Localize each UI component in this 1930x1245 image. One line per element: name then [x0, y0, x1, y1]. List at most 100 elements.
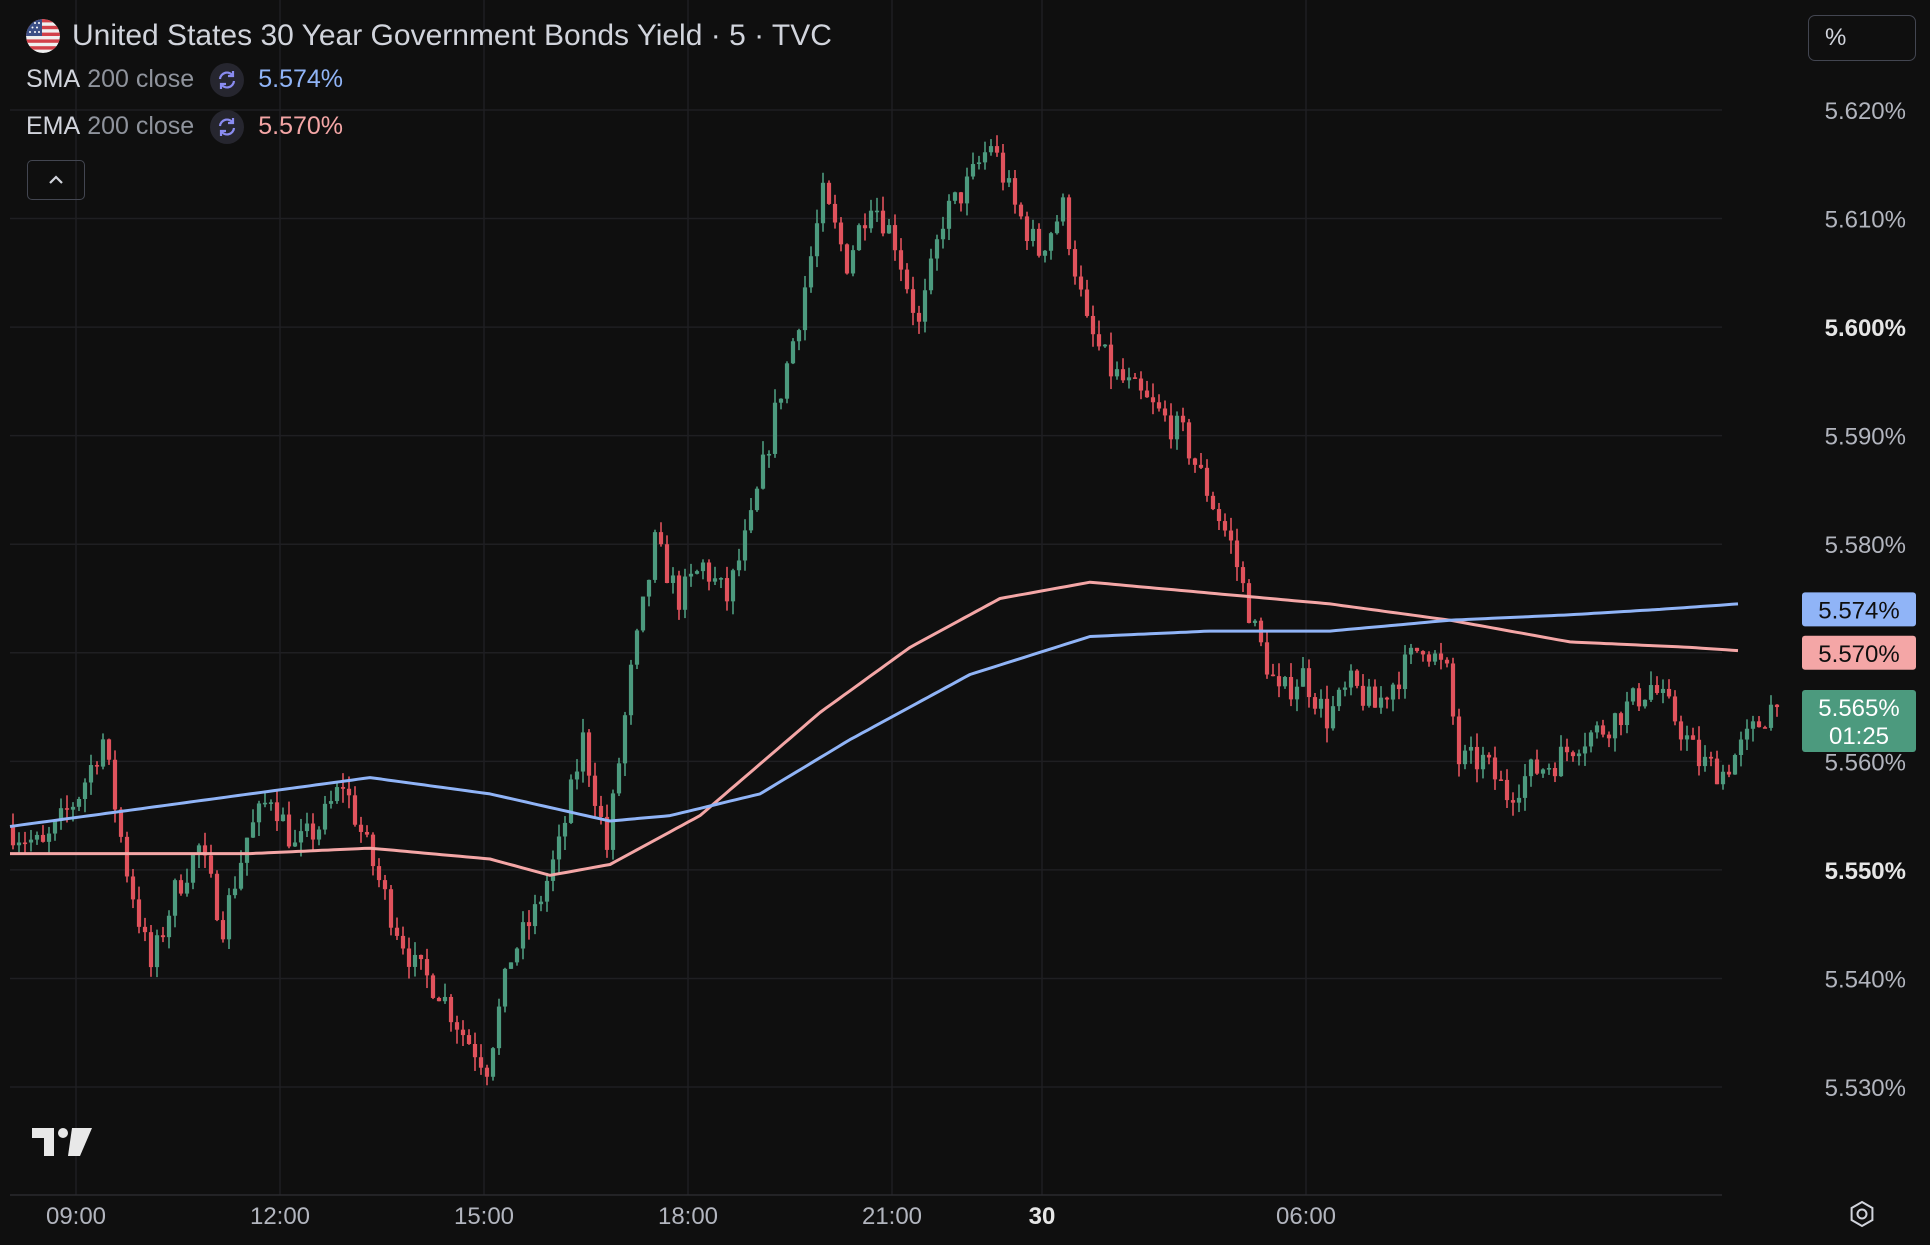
indicator-sma-row[interactable]: SMA 200 close 5.574% [26, 56, 832, 103]
candle [586, 729, 592, 787]
candle [190, 852, 196, 890]
candle [1762, 725, 1768, 729]
candle [382, 874, 388, 900]
candle [1642, 699, 1648, 709]
badge-value: 5.565% [1818, 695, 1899, 722]
indicator-value: 5.570% [258, 112, 344, 140]
refresh-icon[interactable] [210, 62, 245, 97]
candle [1378, 686, 1384, 714]
candle [1648, 671, 1654, 702]
candle [1624, 691, 1630, 734]
candle [160, 926, 166, 943]
candle [1168, 403, 1174, 449]
candle [1150, 383, 1156, 415]
candle [1756, 716, 1762, 728]
candle [94, 761, 100, 775]
candle [916, 305, 922, 334]
indicator-ema-row[interactable]: EMA 200 close 5.570% [26, 103, 832, 150]
candle [862, 213, 868, 241]
time-axis[interactable]: 09:00 12:00 15:00 18:00 21:00 30 06:00 [46, 1203, 1336, 1230]
candle [424, 948, 430, 989]
chart-grid [10, 0, 1722, 1196]
tradingview-logo-icon[interactable] [32, 1126, 94, 1158]
ema-price-badge: 5.570% [1802, 635, 1916, 670]
candle [1156, 394, 1162, 412]
candle [1672, 690, 1678, 726]
symbol-title[interactable]: United States 30 Year Government Bonds Y… [72, 19, 832, 53]
candle [628, 659, 634, 725]
candle [1420, 650, 1426, 662]
candle [1066, 194, 1072, 256]
candle [784, 361, 790, 404]
candle [646, 579, 652, 607]
candle [220, 911, 226, 943]
gear-icon[interactable] [1847, 1199, 1877, 1229]
candle [490, 1047, 496, 1081]
candle [1702, 745, 1708, 772]
candle [976, 155, 982, 170]
candle [1366, 678, 1372, 708]
candle [310, 813, 316, 852]
candle [580, 718, 586, 783]
candle [1636, 683, 1642, 711]
candle [1060, 193, 1066, 226]
candle [76, 796, 82, 812]
candle [196, 843, 202, 869]
y-tick-label: 5.540% [1825, 966, 1906, 993]
candle [1480, 746, 1486, 779]
candle [634, 628, 640, 670]
candle [394, 917, 400, 941]
badge-countdown: 01:25 [1829, 723, 1889, 750]
candle [484, 1064, 490, 1086]
candle [1210, 491, 1216, 511]
symbol-row[interactable]: United States 30 Year Government Bonds Y… [26, 16, 832, 56]
candle [1552, 762, 1558, 783]
candle [478, 1044, 484, 1075]
candle [1096, 320, 1102, 351]
candle [964, 167, 970, 216]
candle [370, 832, 376, 876]
candle [22, 831, 28, 854]
candle [928, 248, 934, 295]
candle [1018, 202, 1024, 220]
candle [1426, 651, 1432, 667]
candle [1498, 770, 1504, 781]
candle [1486, 752, 1492, 765]
candle [1456, 708, 1462, 777]
candle [514, 947, 520, 966]
candle [1120, 358, 1126, 383]
candle [664, 535, 670, 584]
price-chart[interactable]: 5.620% 5.610% 5.600% 5.590% 5.580% 5.570% 5.56… [0, 0, 1930, 1245]
candle [1324, 685, 1330, 743]
candle [136, 886, 142, 934]
candle [1678, 715, 1684, 751]
candle [412, 942, 418, 977]
candle [952, 191, 958, 205]
candle [1390, 682, 1396, 712]
refresh-icon[interactable] [210, 109, 245, 144]
candle [400, 926, 406, 955]
candle [1696, 726, 1702, 776]
chevron-up-icon [49, 175, 63, 184]
candle [994, 135, 1000, 157]
candle [406, 937, 412, 979]
candle [280, 807, 286, 822]
scale-mode-button[interactable]: % [1808, 15, 1916, 61]
candle [796, 328, 802, 351]
candle [226, 888, 232, 950]
candle [358, 816, 364, 843]
candle [1294, 679, 1300, 712]
candle [622, 711, 628, 777]
candle [1204, 459, 1210, 502]
candle [172, 878, 178, 928]
candle [1666, 679, 1672, 699]
candle [1240, 561, 1246, 592]
candle [28, 829, 34, 852]
candle [1774, 704, 1780, 717]
candle [742, 519, 748, 571]
candle [640, 596, 646, 633]
collapse-legend-button[interactable] [27, 160, 85, 200]
candle [238, 850, 244, 891]
candle [46, 826, 52, 855]
candle [1576, 749, 1582, 766]
